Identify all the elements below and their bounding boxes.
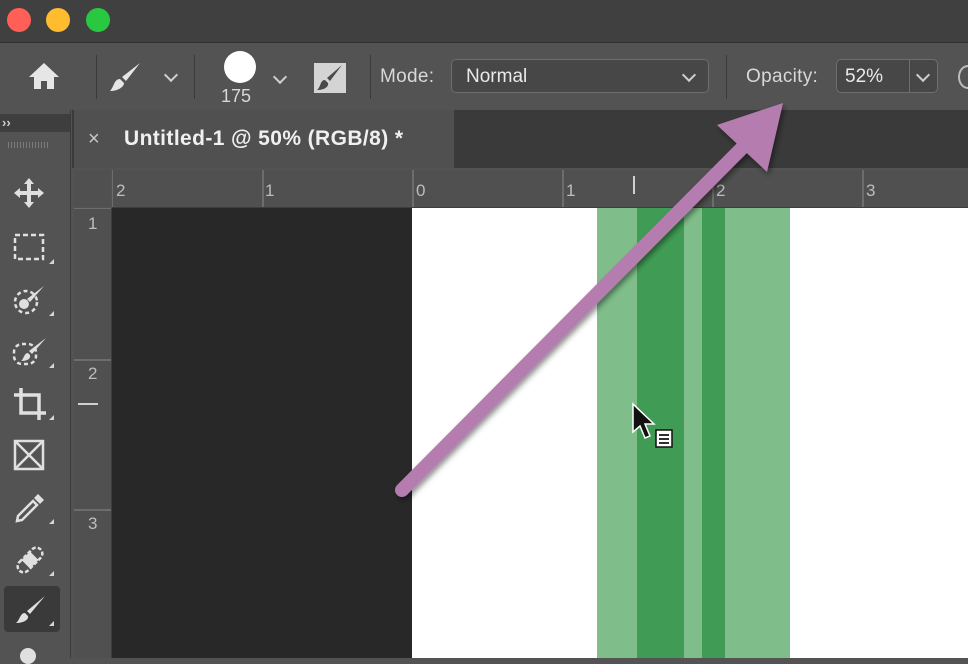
eyedropper-tool[interactable]: [4, 484, 60, 530]
brush-tip-icon: [224, 51, 256, 83]
ruler-tick-label: 2: [88, 364, 98, 383]
ruler-tick-label: 1: [88, 214, 98, 233]
brush-picker[interactable]: 175: [216, 49, 292, 107]
clone-stamp-tool[interactable]: [20, 648, 36, 664]
panel-grip[interactable]: [8, 142, 48, 148]
chevron-down-icon: [272, 69, 288, 85]
document-tab[interactable]: × Untitled-1 @ 50% (RGB/8) *: [74, 110, 454, 168]
pressure-opacity-button[interactable]: [958, 65, 968, 89]
ruler-tick-label: 2: [716, 181, 726, 200]
marquee-icon: [13, 233, 45, 261]
separator: [370, 55, 371, 99]
ruler-tick-label: 1: [566, 181, 576, 200]
ruler-tick-label: 0: [416, 181, 426, 200]
brush-tool[interactable]: [4, 586, 60, 632]
more-tools-indicator: [49, 519, 54, 524]
move-tool[interactable]: [4, 170, 60, 216]
options-bar: 175 Mode: Normal Opacity: 52%: [0, 42, 968, 111]
more-tools-indicator: [49, 363, 54, 368]
ruler-origin[interactable]: [74, 170, 111, 207]
document-canvas[interactable]: [412, 208, 968, 658]
marquee-tool[interactable]: [4, 224, 60, 270]
object-selection-icon: [12, 338, 46, 366]
opacity-value: 52%: [845, 66, 884, 87]
move-icon: [14, 178, 44, 208]
close-window-button[interactable]: [7, 8, 31, 32]
chevron-down-icon: [681, 67, 697, 83]
zoom-window-button[interactable]: [86, 8, 110, 32]
chevron-down-icon: [915, 67, 931, 83]
crop-tool[interactable]: [4, 380, 60, 426]
document-title: Untitled-1 @ 50% (RGB/8) *: [124, 127, 404, 150]
home-icon: [29, 63, 59, 89]
frame-tool[interactable]: [4, 432, 60, 478]
opacity-field[interactable]: 52%: [836, 59, 938, 93]
separator: [96, 55, 97, 99]
healing-brush-tool[interactable]: [4, 536, 60, 582]
collapse-panel-button[interactable]: ››: [0, 114, 70, 132]
more-tools-indicator: [49, 259, 54, 264]
separator: [194, 55, 195, 99]
mode-label: Mode:: [380, 66, 435, 87]
ruler-tick-label: 3: [866, 181, 876, 200]
close-tab-icon[interactable]: ×: [88, 128, 100, 151]
more-tools-indicator: [49, 621, 54, 626]
brush-settings-icon: [314, 63, 346, 93]
chevron-down-icon: [163, 67, 179, 83]
horizontal-ruler[interactable]: 2 1 0 1 2 3: [112, 170, 968, 208]
eyedropper-icon: [15, 494, 44, 523]
separator: [726, 55, 727, 99]
opacity-label: Opacity:: [746, 66, 819, 87]
brush-settings-button[interactable]: [312, 59, 352, 95]
tools-panel: ››: [0, 110, 71, 664]
tool-preset-picker[interactable]: [106, 57, 186, 97]
mouse-cursor: [630, 402, 678, 452]
more-tools-indicator: [49, 415, 54, 420]
brush-stroke: [597, 208, 790, 658]
separator: [909, 60, 910, 92]
blend-mode-select[interactable]: Normal: [451, 59, 709, 93]
object-selection-tool[interactable]: [4, 328, 60, 374]
vertical-ruler[interactable]: 1 2 3: [74, 208, 112, 658]
ruler-tick-label: 2: [116, 181, 126, 200]
document-tab-bar: × Untitled-1 @ 50% (RGB/8) *: [72, 110, 968, 168]
frame-icon: [13, 439, 45, 471]
blend-mode-value: Normal: [466, 66, 528, 87]
brush-tool-icon: [16, 596, 45, 623]
home-button[interactable]: [26, 61, 66, 93]
ruler-tick-label: 3: [88, 514, 98, 533]
healing-brush-icon: [16, 546, 44, 574]
crop-icon: [14, 388, 46, 420]
more-tools-indicator: [49, 571, 54, 576]
more-tools-indicator: [49, 311, 54, 316]
brush-icon: [110, 63, 140, 91]
minimize-window-button[interactable]: [46, 8, 70, 32]
title-bar: [0, 0, 968, 42]
quick-selection-tool[interactable]: [4, 276, 60, 322]
ruler-tick-label: 1: [265, 181, 275, 200]
quick-selection-icon: [13, 286, 44, 315]
cursor-icon: [632, 402, 673, 448]
brush-stroke-overlap: [702, 208, 725, 658]
double-chevron-icon: ››: [2, 115, 11, 130]
brush-size-value: 175: [221, 86, 252, 106]
ruler-ticks: [112, 170, 864, 207]
ruler-ticks: [74, 208, 111, 511]
